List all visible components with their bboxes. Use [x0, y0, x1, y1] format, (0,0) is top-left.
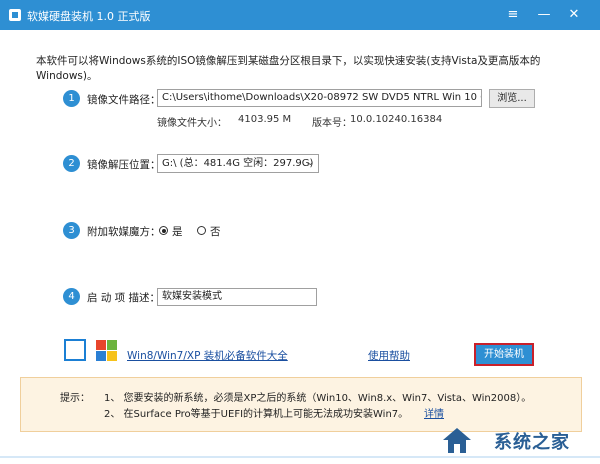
- step-4-badge: 4: [63, 288, 80, 305]
- tip-line-2: 2、 在Surface Pro等基于UEFI的计算机上可能无法成功安装Win7。: [104, 409, 409, 420]
- image-size-value: 4103.95 M: [238, 114, 292, 125]
- software-collection-link[interactable]: Win8/Win7/XP 装机必备软件大全: [127, 348, 288, 363]
- boot-desc-label: 启 动 项 描述：: [87, 292, 161, 304]
- extract-location-select[interactable]: G:\ (总：481.4G 空闲：297.9G) ⌄: [157, 154, 319, 173]
- start-install-button[interactable]: 开始装机: [474, 343, 534, 366]
- browse-button[interactable]: 浏览...: [489, 89, 535, 108]
- menu-icon[interactable]: ≡: [502, 5, 524, 25]
- step-2-badge: 2: [63, 155, 80, 172]
- close-icon[interactable]: ✕: [563, 5, 585, 25]
- step-3-badge: 3: [63, 222, 80, 239]
- chevron-down-icon: ⌄: [306, 158, 314, 168]
- watermark-logo: 系统之家: [440, 424, 590, 458]
- addon-label: 附加软媒魔方：: [87, 226, 161, 238]
- version-value: 10.0.10240.16384: [350, 114, 443, 125]
- windows8-logo-icon: [64, 339, 86, 361]
- extract-location-label: 镜像解压位置：: [87, 159, 161, 171]
- addon-yes-radio[interactable]: [159, 226, 168, 235]
- detail-link[interactable]: 详情: [424, 405, 444, 420]
- bottom-divider: [0, 456, 600, 458]
- minimize-icon[interactable]: —: [533, 5, 555, 25]
- image-path-input[interactable]: C:\Users\ithome\Downloads\X20-08972 SW D…: [157, 89, 482, 107]
- windows-xp-logo-icon: [95, 339, 117, 361]
- step-1-badge: 1: [63, 90, 80, 107]
- extract-location-value: G:\ (总：481.4G 空闲：297.9G): [162, 158, 314, 169]
- window-title: 软媒硬盘装机 1.0 正式版: [27, 10, 151, 23]
- addon-no-label: 否: [210, 226, 221, 238]
- house-logo-icon: [443, 428, 471, 453]
- title-bar: 软媒硬盘装机 1.0 正式版 ≡ — ✕: [0, 0, 600, 30]
- tips-label: 提示：: [60, 393, 90, 404]
- addon-yes-label: 是: [172, 226, 183, 238]
- image-path-label: 镜像文件路径：: [87, 94, 161, 106]
- boot-desc-input[interactable]: 软媒安装模式: [157, 288, 317, 306]
- image-size-label: 镜像文件大小：: [157, 118, 227, 129]
- app-icon: [9, 9, 21, 21]
- help-link[interactable]: 使用帮助: [368, 348, 410, 363]
- tip-line-1: 1、 您要安装的新系统，必须是XP之后的系统（Win10、Win8.x、Win7…: [104, 393, 532, 404]
- version-label: 版本号：: [312, 118, 352, 129]
- addon-no-radio[interactable]: [197, 226, 206, 235]
- watermark-text: 系统之家: [494, 432, 570, 453]
- intro-text: 本软件可以将Windows系统的ISO镜像解压到某磁盘分区根目录下，以实现快速安…: [36, 55, 541, 82]
